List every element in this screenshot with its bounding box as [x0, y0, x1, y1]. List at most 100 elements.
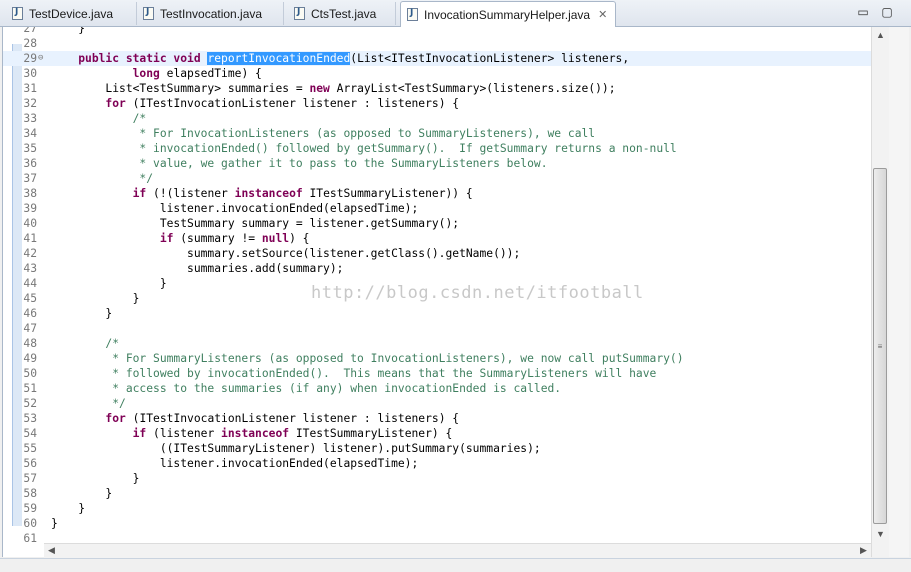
code-token: } [51, 502, 86, 515]
code-editor[interactable]: 27 } 28 29 ⊖ public static void reportInvoc… [2, 27, 890, 557]
comment-token: */ [51, 172, 154, 185]
code-line[interactable]: 42 summary.setSource(listener.getClass()… [3, 246, 890, 261]
code-token: (!(listener [153, 187, 235, 200]
line-number: 42 [23, 247, 37, 260]
code-text: } [51, 501, 85, 516]
code-token: ) { [289, 232, 310, 245]
line-number: 54 [23, 427, 37, 440]
tab-invocationsummaryhelper[interactable]: InvocationSummaryHelper.java ✕ [400, 1, 616, 27]
line-number: 52 [23, 397, 37, 410]
code-line[interactable]: 50 * followed by invocationEnded(). This… [3, 366, 890, 381]
line-number: 50 [23, 367, 37, 380]
code-line[interactable]: 34 * For InvocationListeners (as opposed… [3, 126, 890, 141]
code-token: (ITestInvocationListener listener : list… [132, 412, 460, 425]
code-line[interactable]: 35 * invocationEnded() followed by getSu… [3, 141, 890, 156]
minimize-icon[interactable]: ▭ [856, 5, 870, 19]
code-line[interactable]: 57 } [3, 471, 890, 486]
code-line[interactable]: 48 /* [3, 336, 890, 351]
line-number: 53 [23, 412, 37, 425]
code-text: * followed by invocationEnded(). This me… [51, 366, 656, 381]
close-icon[interactable]: ✕ [598, 8, 607, 21]
code-line[interactable]: 29 ⊖ public static void reportInvocationE… [3, 51, 890, 66]
code-token: summary.setSource(listener.getClass().ge… [51, 247, 521, 260]
tab-label: CtsTest.java [311, 6, 377, 21]
code-line[interactable]: 32 for (ITestInvocationListener listener… [3, 96, 890, 111]
code-line[interactable]: 27 } [3, 27, 890, 36]
code-line[interactable]: 28 [3, 36, 890, 51]
scroll-up-arrow-icon[interactable]: ▲ [876, 30, 885, 40]
tab-label: InvocationSummaryHelper.java [424, 7, 591, 22]
code-line[interactable]: 41 if (summary != null) { [3, 231, 890, 246]
code-line[interactable]: 40 TestSummary summary = listener.getSum… [3, 216, 890, 231]
line-number: 37 [23, 172, 37, 185]
code-line[interactable]: 39 listener.invocationEnded(elapsedTime)… [3, 201, 890, 216]
code-line[interactable]: 52 */ [3, 396, 890, 411]
code-text: * invocationEnded() followed by getSumma… [51, 141, 677, 156]
comment-token: * invocationEnded() followed by getSumma… [51, 142, 677, 155]
comment-token: * followed by invocationEnded(). This me… [51, 367, 657, 380]
code-line[interactable]: 33 /* [3, 111, 890, 126]
code-token: TestSummary summary = listener.getSummar… [51, 217, 460, 230]
code-token: List<TestSummary> summaries = [51, 82, 310, 95]
code-line[interactable]: 55 ((ITestSummaryListener) listener).put… [3, 441, 890, 456]
code-text: listener.invocationEnded(elapsedTime); [51, 201, 418, 216]
code-line[interactable]: 37 */ [3, 171, 890, 186]
line-number: 27 [23, 27, 37, 35]
code-token: listener.invocationEnded(elapsedTime); [51, 202, 419, 215]
code-line[interactable]: 60} [3, 516, 890, 531]
code-token: } [51, 487, 113, 500]
code-text: */ [51, 396, 126, 411]
bottom-border [0, 558, 911, 572]
tab-testinvocation[interactable]: TestInvocation.java [137, 2, 284, 25]
tab-ctstest[interactable]: CtsTest.java [288, 2, 396, 25]
code-text: ((ITestSummaryListener) listener).putSum… [51, 441, 541, 456]
code-text: summary.setSource(listener.getClass().ge… [51, 246, 520, 261]
comment-token: * For InvocationListeners (as opposed to… [51, 127, 596, 140]
tab-label: TestDevice.java [29, 6, 114, 21]
keyword-token: instanceof [234, 187, 310, 200]
code-token: (listener [153, 427, 222, 440]
line-number: 33 [23, 112, 37, 125]
keyword-token: instanceof [221, 427, 296, 440]
line-number: 39 [23, 202, 37, 215]
scroll-right-arrow-icon[interactable]: ▶ [860, 545, 867, 556]
code-token: } [51, 292, 140, 305]
scroll-down-arrow-icon[interactable]: ▼ [876, 529, 885, 539]
code-token: ArrayList<TestSummary>(listeners.size())… [336, 82, 616, 95]
editor-tab-bar: TestDevice.java TestInvocation.java CtsT… [0, 0, 911, 27]
code-line[interactable]: 30 long elapsedTime) { [3, 66, 890, 81]
fold-collapse-icon[interactable]: ⊖ [38, 51, 43, 66]
line-number: 43 [23, 262, 37, 275]
overview-ruler [889, 27, 909, 557]
code-line[interactable]: 43 summaries.add(summary); [3, 261, 890, 276]
line-number: 58 [23, 487, 37, 500]
maximize-icon[interactable]: ▢ [880, 5, 894, 19]
keyword-token: new [309, 82, 337, 95]
code-text: } [51, 516, 58, 531]
keyword-token: long [132, 67, 167, 80]
code-line[interactable]: 38 if (!(listener instanceof ITestSummar… [3, 186, 890, 201]
code-line[interactable]: 59 } [3, 501, 890, 516]
code-text: } [51, 27, 85, 36]
line-number: 56 [23, 457, 37, 470]
keyword-token: public static void [78, 52, 208, 65]
code-line[interactable]: 31 List<TestSummary> summaries = new Arr… [3, 81, 890, 96]
code-line[interactable]: 47 [3, 321, 890, 336]
code-line[interactable]: 53 for (ITestInvocationListener listener… [3, 411, 890, 426]
tab-testdevice[interactable]: TestDevice.java [6, 2, 137, 25]
code-line[interactable]: 54 if (listener instanceof ITestSummaryL… [3, 426, 890, 441]
code-line[interactable]: 51 * access to the summaries (if any) wh… [3, 381, 890, 396]
code-line[interactable]: 58 } [3, 486, 890, 501]
code-line[interactable]: 36 * value, we gather it to pass to the … [3, 156, 890, 171]
horizontal-scrollbar[interactable] [44, 543, 871, 558]
code-line[interactable]: 49 * For SummaryListeners (as opposed to… [3, 351, 890, 366]
code-line[interactable]: 56 listener.invocationEnded(elapsedTime)… [3, 456, 890, 471]
code-token: summaries.add(summary); [51, 262, 344, 275]
code-token: ITestSummaryListener) { [295, 427, 453, 440]
line-number: 46 [23, 307, 37, 320]
selected-text: reportInvocationEnded [207, 52, 351, 65]
scroll-left-arrow-icon[interactable]: ◀ [48, 545, 55, 556]
code-line[interactable]: 46 } [3, 306, 890, 321]
line-number: 61 [23, 532, 37, 545]
